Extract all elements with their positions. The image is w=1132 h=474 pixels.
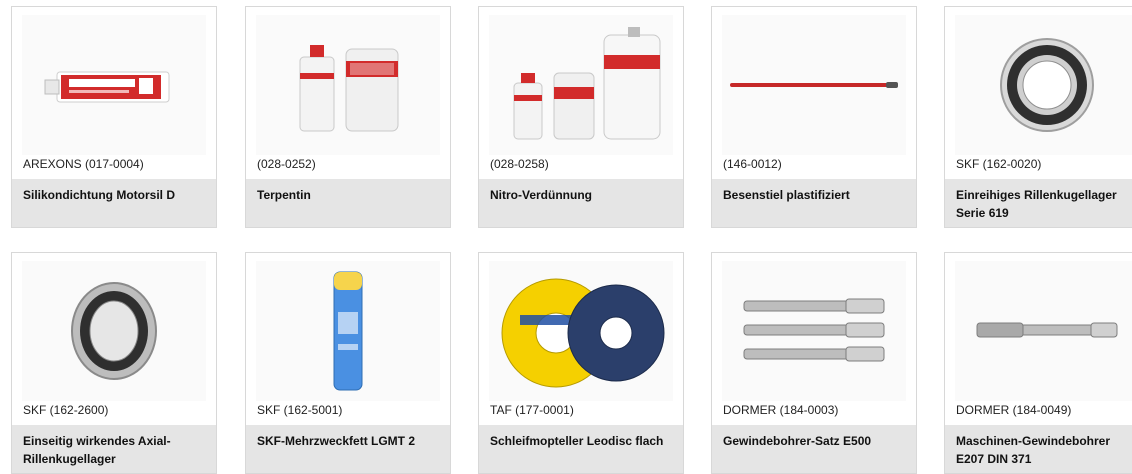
product-image[interactable] bbox=[256, 261, 440, 401]
product-title[interactable]: Schleifmopteller Leodisc flach bbox=[490, 432, 675, 450]
product-card[interactable]: DORMER (184-0003) Gewindebohrer-Satz E50… bbox=[711, 252, 917, 474]
product-sku: SKF (162-0020) bbox=[956, 157, 1042, 171]
product-image[interactable] bbox=[489, 261, 673, 401]
product-sku: (146-0012) bbox=[723, 157, 782, 171]
flap-disc-icon bbox=[501, 278, 665, 388]
ball-bearing-icon bbox=[1000, 38, 1094, 132]
product-sku: DORMER (184-0049) bbox=[956, 403, 1072, 417]
tap-set-icon bbox=[743, 298, 885, 362]
product-card[interactable]: SKF (162-2600) Einseitig wirkendes Axial… bbox=[11, 252, 217, 474]
machine-tap-icon bbox=[976, 322, 1118, 338]
product-image[interactable] bbox=[722, 261, 906, 401]
product-image[interactable] bbox=[722, 15, 906, 155]
product-image[interactable] bbox=[22, 261, 206, 401]
product-card[interactable]: (146-0012) Besenstiel plastifiziert bbox=[711, 6, 917, 228]
broom-handle-icon bbox=[730, 82, 898, 88]
product-image[interactable] bbox=[955, 15, 1132, 155]
product-title[interactable]: Silikondichtung Motorsil D bbox=[23, 186, 208, 204]
product-image[interactable] bbox=[256, 15, 440, 155]
product-title[interactable]: Gewindebohrer-Satz E500 bbox=[723, 432, 908, 450]
product-title[interactable]: Besenstiel plastifiziert bbox=[723, 186, 908, 204]
product-card[interactable]: (028-0252) Terpentin bbox=[245, 6, 451, 228]
product-title[interactable]: Einseitig wirkendes Axial-Rillenkugellag… bbox=[23, 432, 208, 468]
product-card[interactable]: DORMER (184-0049) Maschinen-Gewindebohre… bbox=[944, 252, 1132, 474]
sealant-tube-icon bbox=[44, 71, 170, 103]
product-title[interactable]: Nitro-Verdünnung bbox=[490, 186, 675, 204]
product-sku: AREXONS (017-0004) bbox=[23, 157, 144, 171]
product-card[interactable]: TAF (177-0001) Schleifmopteller Leodisc … bbox=[478, 252, 684, 474]
product-card[interactable]: AREXONS (017-0004) Silikondichtung Motor… bbox=[11, 6, 217, 228]
product-image[interactable] bbox=[22, 15, 206, 155]
paint-cans-icon bbox=[299, 45, 399, 132]
product-sku: (028-0258) bbox=[490, 157, 549, 171]
product-sku: SKF (162-5001) bbox=[257, 403, 343, 417]
product-card[interactable]: SKF (162-0020) Einreihiges Rillenkugella… bbox=[944, 6, 1132, 228]
product-title[interactable]: Einreihiges Rillenkugellager Serie 619 bbox=[956, 186, 1132, 222]
product-image[interactable] bbox=[955, 261, 1132, 401]
product-title[interactable]: Terpentin bbox=[257, 186, 442, 204]
product-sku: TAF (177-0001) bbox=[490, 403, 574, 417]
product-card[interactable]: SKF (162-5001) SKF-Mehrzweckfett LGMT 2 bbox=[245, 252, 451, 474]
product-sku: DORMER (184-0003) bbox=[723, 403, 839, 417]
thinner-cans-icon bbox=[513, 27, 661, 140]
product-sku: SKF (162-2600) bbox=[23, 403, 109, 417]
thrust-bearing-icon bbox=[71, 282, 157, 380]
product-card[interactable]: (028-0258) Nitro-Verdünnung bbox=[478, 6, 684, 228]
grease-cartridge-icon bbox=[333, 271, 363, 391]
product-title[interactable]: Maschinen-Gewindebohrer E207 DIN 371 bbox=[956, 432, 1132, 468]
product-sku: (028-0252) bbox=[257, 157, 316, 171]
product-title[interactable]: SKF-Mehrzweckfett LGMT 2 bbox=[257, 432, 442, 450]
product-image[interactable] bbox=[489, 15, 673, 155]
product-grid: AREXONS (017-0004) Silikondichtung Motor… bbox=[0, 0, 1132, 474]
